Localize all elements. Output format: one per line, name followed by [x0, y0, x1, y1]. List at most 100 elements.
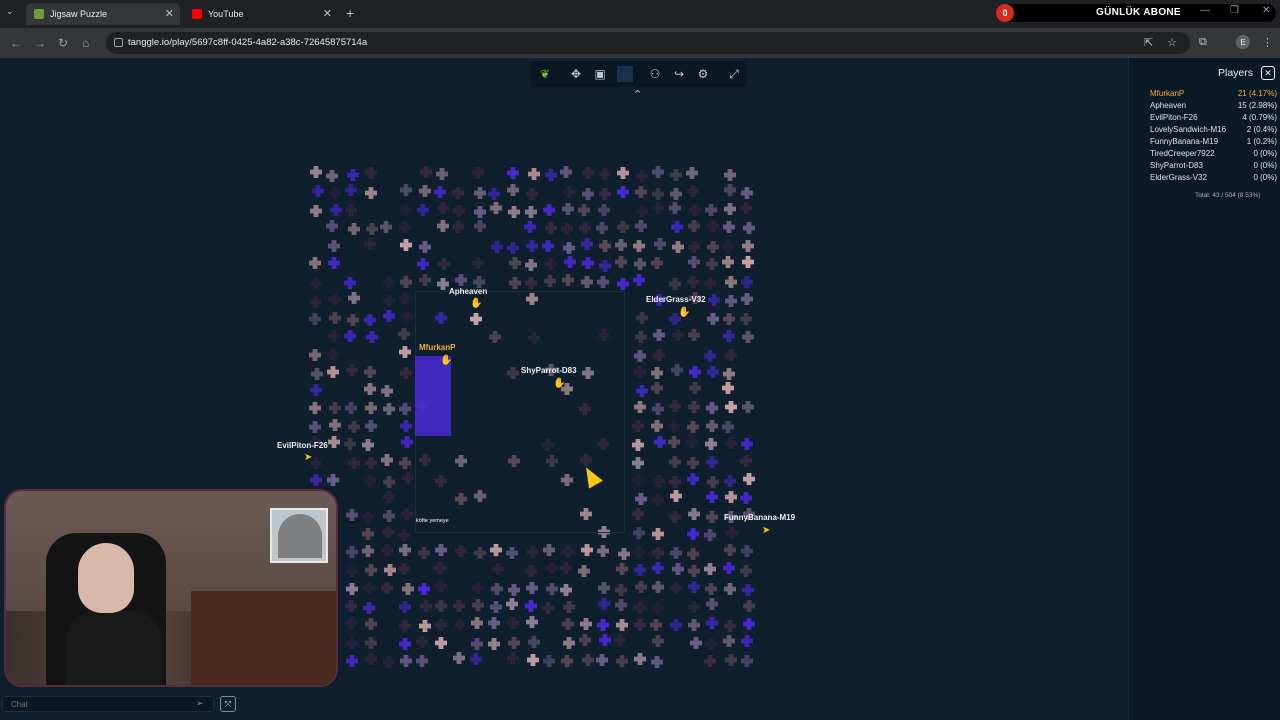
puzzle-piece[interactable]: [652, 202, 664, 214]
puzzle-piece[interactable]: [543, 544, 555, 556]
puzzle-piece[interactable]: [491, 583, 503, 595]
puzzle-piece[interactable]: [455, 274, 467, 286]
puzzle-piece[interactable]: [418, 547, 430, 559]
puzzle-piece[interactable]: [309, 257, 321, 269]
puzzle-piece[interactable]: [400, 184, 412, 196]
puzzle-piece[interactable]: [615, 584, 627, 596]
puzzle-piece[interactable]: [507, 167, 519, 179]
puzzle-piece[interactable]: [437, 220, 449, 232]
puzzle-piece[interactable]: [652, 403, 664, 415]
puzzle-piece[interactable]: [383, 656, 395, 668]
puzzle-piece[interactable]: [672, 563, 684, 575]
puzzle-piece[interactable]: [706, 491, 718, 503]
puzzle-piece[interactable]: [311, 368, 323, 380]
puzzle-piece[interactable]: [670, 490, 682, 502]
puzzle-piece[interactable]: [617, 186, 629, 198]
puzzle-piece[interactable]: [633, 274, 645, 286]
puzzle-piece[interactable]: [652, 188, 664, 200]
puzzle-piece[interactable]: [471, 617, 483, 629]
puzzle-piece[interactable]: [381, 582, 393, 594]
puzzle-piece[interactable]: [723, 221, 735, 233]
puzzle-piece[interactable]: [688, 256, 700, 268]
puzzle-piece[interactable]: [309, 402, 321, 414]
puzzle-piece[interactable]: [454, 619, 466, 631]
puzzle-piece[interactable]: [383, 276, 395, 288]
puzzle-piece[interactable]: [399, 620, 411, 632]
puzzle-piece[interactable]: [563, 637, 575, 649]
puzzle-piece[interactable]: [653, 349, 665, 361]
puzzle-piece[interactable]: [615, 599, 627, 611]
puzzle-piece[interactable]: [330, 204, 342, 216]
puzzle-piece[interactable]: [651, 367, 663, 379]
puzzle-piece[interactable]: [635, 220, 647, 232]
puzzle-piece[interactable]: [599, 260, 611, 272]
puzzle-piece[interactable]: [472, 582, 484, 594]
puzzle-piece[interactable]: [560, 166, 572, 178]
puzzle-piece[interactable]: [382, 526, 394, 538]
puzzle-piece[interactable]: [634, 619, 646, 631]
menu-kebab-icon[interactable]: ⋮: [1262, 36, 1273, 49]
puzzle-piece[interactable]: [452, 187, 464, 199]
puzzle-piece[interactable]: [652, 528, 664, 540]
close-icon[interactable]: ✕: [1261, 66, 1275, 80]
puzzle-piece[interactable]: [634, 601, 646, 613]
puzzle-piece[interactable]: [616, 619, 628, 631]
puzzle-piece[interactable]: [400, 655, 412, 667]
puzzle-piece[interactable]: [400, 204, 412, 216]
puzzle-piece[interactable]: [597, 545, 609, 557]
puzzle-piece[interactable]: [488, 188, 500, 200]
puzzle-piece[interactable]: [491, 241, 503, 253]
puzzle-piece[interactable]: [545, 169, 557, 181]
puzzle-piece[interactable]: [578, 565, 590, 577]
puzzle-piece[interactable]: [672, 241, 684, 253]
minimize-icon[interactable]: —: [1200, 5, 1210, 16]
puzzle-piece[interactable]: [544, 275, 556, 287]
puzzle-piece[interactable]: [452, 221, 464, 233]
puzzle-piece[interactable]: [654, 436, 666, 448]
puzzle-piece[interactable]: [599, 240, 611, 252]
puzzle-piece[interactable]: [598, 598, 610, 610]
puzzle-piece[interactable]: [689, 382, 701, 394]
puzzle-piece[interactable]: [507, 652, 519, 664]
puzzle-piece[interactable]: [706, 456, 718, 468]
puzzle-piece[interactable]: [365, 402, 377, 414]
puzzle-piece[interactable]: [419, 620, 431, 632]
puzzle-piece[interactable]: [636, 170, 648, 182]
puzzle-piece[interactable]: [632, 420, 644, 432]
puzzle-piece[interactable]: [328, 330, 340, 342]
puzzle-piece[interactable]: [383, 476, 395, 488]
puzzle-piece[interactable]: [309, 349, 321, 361]
puzzle-piece[interactable]: [725, 295, 737, 307]
puzzle-piece[interactable]: [525, 206, 537, 218]
window-close-icon[interactable]: ✕: [1262, 5, 1270, 16]
puzzle-piece[interactable]: [345, 600, 357, 612]
puzzle-piece[interactable]: [328, 240, 340, 252]
puzzle-piece[interactable]: [362, 511, 374, 523]
puzzle-piece[interactable]: [543, 655, 555, 667]
puzzle-piece[interactable]: [688, 241, 700, 253]
puzzle-piece[interactable]: [725, 654, 737, 666]
puzzle-piece[interactable]: [670, 582, 682, 594]
puzzle-piece[interactable]: [634, 366, 646, 378]
puzzle-piece[interactable]: [742, 584, 754, 596]
puzzle-piece[interactable]: [651, 382, 663, 394]
puzzle-piece[interactable]: [546, 562, 558, 574]
puzzle-piece[interactable]: [617, 167, 629, 179]
puzzle-piece[interactable]: [652, 635, 664, 647]
puzzle-piece[interactable]: [402, 583, 414, 595]
puzzle-piece[interactable]: [348, 292, 360, 304]
puzzle-piece[interactable]: [400, 420, 412, 432]
puzzle-piece[interactable]: [381, 544, 393, 556]
puzzle-piece[interactable]: [636, 312, 648, 324]
puzzle-piece[interactable]: [650, 619, 662, 631]
puzzle-piece[interactable]: [598, 582, 610, 594]
puzzle-piece[interactable]: [384, 564, 396, 576]
puzzle-piece[interactable]: [525, 600, 537, 612]
puzzle-piece[interactable]: [653, 475, 665, 487]
reload-icon[interactable]: ↻: [58, 36, 68, 50]
puzzle-piece[interactable]: [453, 205, 465, 217]
puzzle-piece[interactable]: [705, 638, 717, 650]
puzzle-piece[interactable]: [470, 653, 482, 665]
puzzle-piece[interactable]: [687, 473, 699, 485]
puzzle-piece[interactable]: [383, 310, 395, 322]
